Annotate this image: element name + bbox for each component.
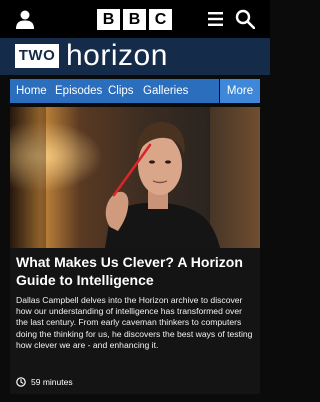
menu-icon[interactable] <box>208 12 223 26</box>
clock-icon <box>16 377 26 387</box>
programme-nav: Home Episodes Clips Galleries More <box>10 79 260 103</box>
nav-item-galleries[interactable]: Galleries <box>143 79 188 103</box>
logo-letter: B <box>97 9 120 30</box>
nav-item-home[interactable]: Home <box>16 79 47 103</box>
episode-duration: 59 minutes <box>16 376 73 388</box>
episode-hero-image[interactable] <box>10 107 260 248</box>
episode-card: What Makes Us Clever? A Horizon Guide to… <box>10 248 260 394</box>
channel-badge[interactable]: TWO <box>15 44 59 68</box>
episode-description: Dallas Campbell delves into the Horizon … <box>16 295 253 350</box>
account-icon[interactable] <box>15 9 35 29</box>
logo-letter: B <box>123 9 146 30</box>
programme-title[interactable]: horizon <box>66 38 168 74</box>
nav-more-button[interactable]: More <box>219 79 260 103</box>
episode-title[interactable]: What Makes Us Clever? A Horizon Guide to… <box>16 254 256 289</box>
logo-letter: C <box>149 9 172 30</box>
top-bar: B B C <box>0 0 270 38</box>
presenter-photo <box>10 107 260 248</box>
search-icon[interactable] <box>235 9 255 29</box>
duration-text: 59 minutes <box>31 377 73 387</box>
bbc-logo[interactable]: B B C <box>97 9 172 30</box>
programme-brand-bar: TWO horizon <box>0 38 270 75</box>
nav-item-episodes[interactable]: Episodes <box>55 79 102 103</box>
nav-item-clips[interactable]: Clips <box>108 79 134 103</box>
